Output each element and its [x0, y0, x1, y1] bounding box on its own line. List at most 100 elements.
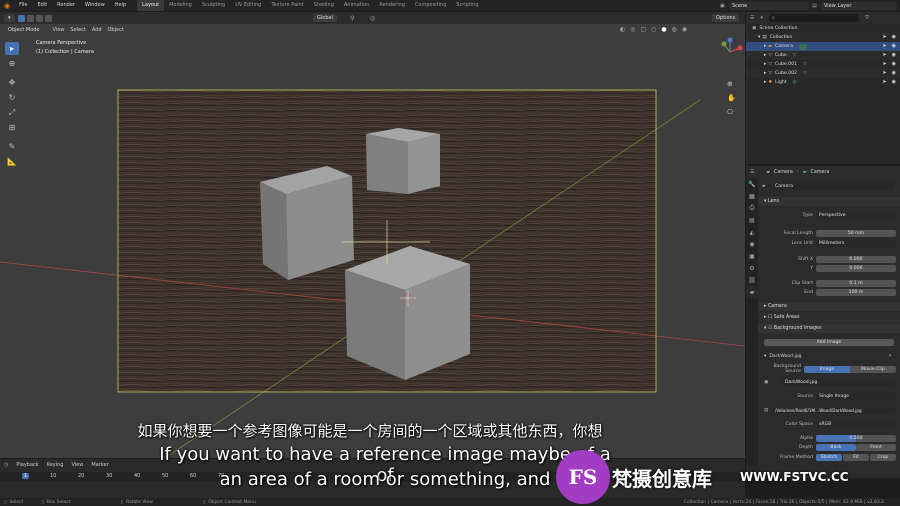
- object-tab-icon[interactable]: ▣: [746, 250, 758, 262]
- tab-shading[interactable]: Shading: [309, 0, 339, 11]
- timeline-menu-keying[interactable]: Keying: [47, 462, 64, 468]
- rendered-shading-icon[interactable]: ◉: [682, 26, 687, 33]
- outliner-row-light[interactable]: ▸ ✹ Light ◎ ➤ ◉: [746, 78, 900, 87]
- cursor-tool[interactable]: ⊕: [5, 57, 19, 70]
- view-layer-tab-icon[interactable]: ▤: [746, 214, 758, 226]
- frame-fit-button[interactable]: Fit: [843, 453, 869, 461]
- output-tab-icon[interactable]: ⎙: [746, 202, 758, 214]
- tab-scripting[interactable]: Scripting: [451, 0, 483, 11]
- menu-edit[interactable]: Edit: [32, 0, 52, 11]
- cube-left[interactable]: [260, 166, 354, 280]
- tool-tab-icon[interactable]: 🔧: [746, 178, 758, 190]
- frame-crop-button[interactable]: Crop: [870, 453, 896, 461]
- viewport-menu-object[interactable]: Object: [108, 27, 124, 33]
- expand-chevron-icon[interactable]: ▸: [764, 60, 766, 69]
- editor-type-button[interactable]: ▾: [4, 14, 15, 22]
- blender-logo-icon[interactable]: ◉: [4, 2, 10, 10]
- camera-data-tab-icon[interactable]: ▰: [746, 286, 758, 298]
- checkbox-icon[interactable]: ☑: [768, 326, 772, 331]
- measure-tool[interactable]: 📐: [5, 155, 19, 168]
- select-arrow-icon[interactable]: ➤: [882, 78, 886, 87]
- solid-shading-icon[interactable]: ●: [661, 26, 666, 33]
- select-arrow-icon[interactable]: ➤: [882, 42, 886, 51]
- camera-panel-header[interactable]: ▸ Camera: [758, 302, 900, 311]
- eye-icon[interactable]: ◉: [892, 78, 896, 87]
- clip-start-field[interactable]: 0.1 m: [816, 279, 896, 287]
- current-frame-indicator[interactable]: 1: [22, 473, 30, 479]
- outliner-filter-icon[interactable]: ▾: [760, 15, 763, 21]
- depth-back-button[interactable]: Back: [816, 443, 856, 451]
- expand-chevron-icon[interactable]: ▸: [764, 78, 766, 87]
- eye-icon[interactable]: ◉: [892, 51, 896, 60]
- scale-tool[interactable]: ⤢: [5, 106, 19, 119]
- outliner-editor-icon[interactable]: ☰: [750, 15, 754, 21]
- transform-tool[interactable]: ⊞: [5, 121, 19, 134]
- outliner-row-cube-002[interactable]: ▸ ▽ Cube.002 ▽ ➤ ◉: [746, 69, 900, 78]
- outliner-row-camera[interactable]: ▸ ▰ Camera ➤ ◉: [746, 42, 900, 51]
- visibility-icon[interactable]: ◐: [620, 26, 625, 33]
- light-data-icon[interactable]: ◎: [793, 78, 797, 87]
- type-dropdown[interactable]: Perspective: [816, 211, 896, 219]
- annotate-tool[interactable]: ✎: [5, 140, 19, 153]
- tab-modeling[interactable]: Modeling: [164, 0, 197, 11]
- menu-file[interactable]: File: [14, 0, 32, 11]
- overlays-icon[interactable]: ◎: [630, 26, 635, 33]
- alpha-slider[interactable]: 0.500: [816, 434, 896, 442]
- pan-hand-icon[interactable]: ✋: [727, 94, 736, 102]
- wireframe-shading-icon[interactable]: ○: [651, 26, 656, 33]
- rotate-tool[interactable]: ↻: [5, 91, 19, 104]
- image-datablock-field[interactable]: DarkWood.jpg: [782, 378, 896, 386]
- eye-icon[interactable]: ◉: [892, 69, 896, 78]
- timeline-menu-marker[interactable]: Marker: [91, 462, 108, 468]
- tab-rendering[interactable]: Rendering: [374, 0, 410, 11]
- lens-unit-dropdown[interactable]: Millimeters: [816, 239, 896, 247]
- 3d-viewport[interactable]: Object Mode View Select Add Object ◐ ◎ ▢…: [0, 24, 745, 458]
- add-image-button[interactable]: Add Image: [764, 338, 894, 346]
- select-box-tool[interactable]: ▸: [5, 42, 19, 55]
- eye-icon[interactable]: ◉: [892, 42, 896, 51]
- select-extend-icon[interactable]: [26, 14, 34, 22]
- timeline-menu-view[interactable]: View: [71, 462, 83, 468]
- mesh-data-icon[interactable]: ▽: [803, 69, 807, 78]
- outliner-filter-funnel-icon[interactable]: ⛛: [865, 15, 869, 21]
- outliner-search-input[interactable]: ⌕: [769, 14, 859, 22]
- menu-help[interactable]: Help: [110, 0, 131, 11]
- select-subtract-icon[interactable]: [35, 14, 43, 22]
- eye-icon[interactable]: ◉: [892, 33, 896, 42]
- tab-texture-paint[interactable]: Texture Paint: [266, 0, 308, 11]
- select-mode-icon[interactable]: [17, 14, 25, 22]
- snap-icon[interactable]: ⚲: [350, 15, 354, 22]
- camera-view-icon[interactable]: ⎔: [727, 108, 736, 116]
- tab-animation[interactable]: Animation: [339, 0, 375, 11]
- expand-chevron-icon[interactable]: ▾: [758, 33, 760, 42]
- select-arrow-icon[interactable]: ➤: [882, 51, 886, 60]
- eye-icon[interactable]: ◉: [892, 60, 896, 69]
- expand-chevron-icon[interactable]: ▸: [764, 69, 766, 78]
- mesh-data-icon[interactable]: ▽: [803, 60, 807, 69]
- outliner-row-cube-001[interactable]: ▸ ▽ Cube.001 ▽ ➤ ◉: [746, 60, 900, 69]
- object-mode-dropdown[interactable]: Object Mode: [4, 26, 44, 34]
- select-arrow-icon[interactable]: ➤: [882, 33, 886, 42]
- render-tab-icon[interactable]: ▦: [746, 190, 758, 202]
- timeline-menu-playback[interactable]: Playback: [16, 462, 38, 468]
- modifiers-tab-icon[interactable]: ⚙: [746, 262, 758, 274]
- depth-front-button[interactable]: Front: [856, 443, 896, 451]
- scene-tab-icon[interactable]: ◭: [746, 226, 758, 238]
- scene-selector[interactable]: Scene: [729, 1, 809, 10]
- colorspace-dropdown[interactable]: sRGB: [816, 420, 896, 428]
- menu-render[interactable]: Render: [52, 0, 80, 11]
- viewport-menu-add[interactable]: Add: [92, 27, 102, 33]
- outliner-row-collection[interactable]: ▾ ▤ Collection ➤ ◉: [746, 33, 900, 42]
- expand-chevron-icon[interactable]: ▸: [764, 51, 766, 60]
- orientation-dropdown[interactable]: Global: [313, 14, 337, 22]
- tab-layout[interactable]: Layout: [137, 0, 165, 11]
- cube-top[interactable]: [366, 128, 440, 194]
- shift-y-field[interactable]: 0.000: [816, 264, 896, 272]
- outliner-row-cube[interactable]: ▸ ▽ Cube ▽ ➤ ◉: [746, 51, 900, 60]
- frame-stretch-button[interactable]: Stretch: [816, 453, 842, 461]
- focal-length-field[interactable]: 50 mm: [816, 229, 896, 237]
- xray-icon[interactable]: ▢: [641, 26, 647, 33]
- zoom-icon[interactable]: ⊕: [727, 80, 736, 88]
- bg-images-panel-header[interactable]: ▾ ☑ Background Images: [758, 324, 900, 333]
- move-tool[interactable]: ✥: [5, 76, 19, 89]
